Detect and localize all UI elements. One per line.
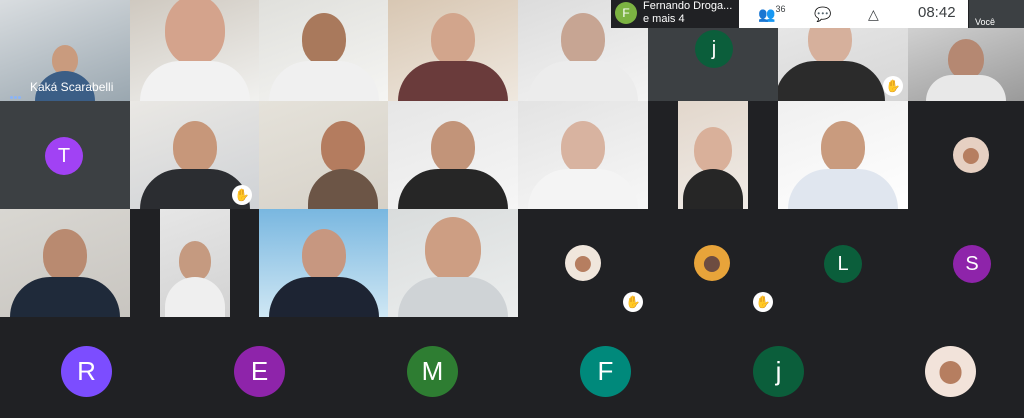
participant-name: Kaká Scarabelli [30, 80, 114, 94]
participant-tile[interactable] [130, 0, 259, 101]
participant-avatar: j [695, 30, 733, 68]
participant-avatar [694, 245, 730, 281]
speaking-indicator-icon [10, 86, 24, 99]
participant-tile[interactable] [388, 101, 518, 209]
participant-avatar [565, 245, 601, 281]
participant-video [398, 13, 508, 101]
raised-hand-icon: ✋ [623, 292, 643, 312]
participant-tile[interactable]: T [0, 101, 130, 209]
participant-video [10, 229, 120, 317]
activities-button[interactable]: △ [868, 4, 879, 24]
clock: 08:42 [918, 4, 956, 21]
participant-avatar: R [61, 346, 112, 397]
participant-video [683, 127, 743, 209]
participant-tile[interactable] [518, 101, 648, 209]
chat-icon: 💬 [814, 5, 832, 22]
participant-tile[interactable] [678, 101, 748, 209]
participant-video [398, 217, 508, 317]
participant-avatar: T [45, 137, 83, 175]
raised-hand-icon: ✋ [232, 185, 252, 205]
participant-avatar [953, 137, 989, 173]
presenter-subtitle: e mais 4 [643, 13, 685, 25]
participant-tile[interactable] [908, 28, 1024, 101]
participant-tile[interactable] [160, 209, 230, 317]
participant-tile[interactable] [388, 209, 518, 317]
chat-button[interactable]: 💬 [814, 4, 831, 24]
raised-hand-icon: ✋ [753, 292, 773, 312]
participants-button[interactable]: 👥 36 [758, 4, 785, 24]
participant-tile[interactable] [778, 101, 908, 209]
participant-video [268, 13, 379, 101]
participant-video [926, 39, 1006, 101]
people-icon: 👥 [758, 5, 776, 22]
participant-avatar: M [407, 346, 458, 397]
participant-video [165, 241, 225, 317]
raised-hand-icon: ✋ [883, 76, 903, 96]
participants-count: 36 [775, 4, 786, 14]
participant-avatar: F [580, 346, 631, 397]
self-label: Você [975, 17, 996, 27]
participant-video [307, 121, 378, 209]
participant-tile[interactable] [259, 209, 388, 317]
participant-video [788, 121, 898, 209]
presenter-avatar: F [615, 2, 637, 24]
participant-video [528, 121, 638, 209]
participant-avatar: E [234, 346, 285, 397]
participant-avatar: j [753, 346, 804, 397]
self-video-tile[interactable]: Você [969, 0, 1024, 28]
participant-tile[interactable] [388, 0, 518, 101]
participant-avatar: S [953, 245, 991, 283]
participant-tile-kaka[interactable]: Kaká Scarabelli [0, 0, 130, 101]
participant-video [268, 229, 379, 317]
participant-avatar [925, 346, 976, 397]
participant-video [398, 121, 508, 209]
participant-avatar: L [824, 245, 862, 283]
presenter-title: Fernando Droga... [643, 0, 733, 12]
presentation-indicator[interactable]: F Fernando Droga... e mais 4 [611, 0, 739, 28]
participant-tile[interactable] [259, 101, 388, 209]
participant-tile[interactable] [0, 209, 130, 317]
participant-tile[interactable] [259, 0, 388, 101]
participant-video [139, 0, 250, 101]
participant-tile[interactable]: ✋ [130, 101, 259, 209]
shapes-icon: △ [868, 5, 879, 22]
